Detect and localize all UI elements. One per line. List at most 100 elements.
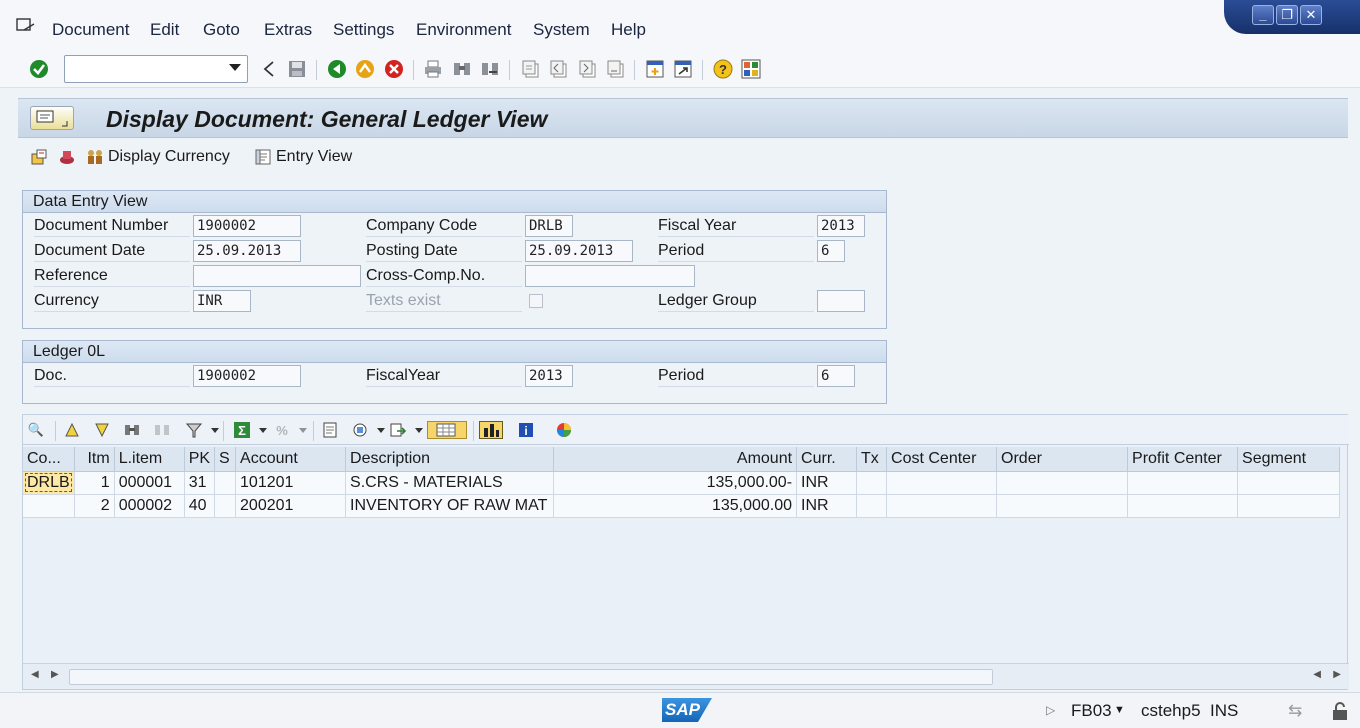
column-header-cost-center[interactable]: Cost Center [886,447,998,472]
cell-amount[interactable]: 135,000.00- [553,471,798,495]
cell-special-gl[interactable] [214,494,237,518]
column-header-order[interactable]: Order [996,447,1129,472]
chevron-down-icon[interactable] [211,428,219,433]
find-icon[interactable] [451,58,473,80]
cross-comp-field[interactable] [525,265,695,287]
doc-field[interactable]: 1900002 [193,365,301,387]
cell-company-code[interactable] [23,494,75,518]
cell-currency[interactable]: INR [796,494,858,518]
menu-goto[interactable]: Goto [203,20,240,42]
back-arrow-icon[interactable] [258,58,280,80]
column-header-company-code[interactable]: Co... [23,447,75,472]
cell-tax-code[interactable] [856,471,888,495]
scroll-right-icon[interactable]: ▶ [51,669,59,680]
entry-view-button[interactable]: Entry View [254,148,352,166]
find-icon[interactable] [123,421,141,439]
posting-date-field[interactable]: 25.09.2013 [525,240,633,262]
chevron-down-icon[interactable] [229,64,241,71]
scrollbar-thumb[interactable] [69,669,993,685]
cell-line-item[interactable]: 000002 [114,494,185,518]
company-code-field[interactable]: DRLB [525,215,573,237]
subtotal-icon[interactable]: % [273,421,291,439]
cell-posting-key[interactable]: 31 [184,471,216,495]
cell-order[interactable] [996,494,1129,518]
menu-document[interactable]: Document [52,20,129,42]
chevron-down-icon[interactable] [415,428,423,433]
previous-page-icon[interactable] [548,58,570,80]
export-icon[interactable] [389,421,407,439]
other-document-icon[interactable] [30,148,48,166]
cell-description[interactable]: INVENTORY OF RAW MAT [345,494,555,518]
close-icon[interactable]: ✕ [1300,5,1322,25]
cell-special-gl[interactable] [214,471,237,495]
cell-tax-code[interactable] [856,494,888,518]
document-number-field[interactable]: 1900002 [193,215,301,237]
color-legend-icon[interactable] [555,421,573,439]
cell-currency[interactable]: INR [796,471,858,495]
cell-order[interactable] [996,471,1129,495]
cell-profit-center[interactable] [1127,471,1239,495]
save-icon[interactable] [286,58,308,80]
print-icon[interactable] [422,58,444,80]
menu-extras[interactable]: Extras [264,20,312,42]
cell-account[interactable]: 200201 [235,494,347,518]
column-header-item[interactable]: Itm [74,447,115,472]
ledger-period-field[interactable]: 6 [817,365,855,387]
find-next-icon[interactable] [153,421,171,439]
chevron-down-icon[interactable] [377,428,385,433]
column-header-account[interactable]: Account [235,447,347,472]
cell-item[interactable]: 2 [74,494,115,518]
help-icon[interactable]: ? [712,58,734,80]
ledger-fiscal-year-field[interactable]: 2013 [525,365,573,387]
exit-icon[interactable] [354,58,376,80]
reference-field[interactable] [193,265,361,287]
cell-segment[interactable] [1237,494,1341,518]
print-preview-icon[interactable] [321,421,339,439]
cell-posting-key[interactable]: 40 [184,494,216,518]
lock-icon[interactable] [1330,701,1350,726]
last-page-icon[interactable] [605,58,627,80]
column-header-line-item[interactable]: L.item [114,447,185,472]
first-page-icon[interactable] [520,58,542,80]
customize-layout-icon[interactable] [740,58,762,80]
cell-line-item[interactable]: 000001 [114,471,185,495]
shortcut-icon[interactable] [672,58,694,80]
menu-environment[interactable]: Environment [416,20,511,42]
chevron-down-icon[interactable] [299,428,307,433]
cell-cost-center[interactable] [886,471,998,495]
cell-account[interactable]: 101201 [235,471,347,495]
cancel-icon[interactable] [383,58,405,80]
cell-cost-center[interactable] [886,494,998,518]
scroll-left-icon[interactable]: ◀ [1313,669,1321,680]
filter-icon[interactable] [185,421,203,439]
sort-descending-icon[interactable] [93,421,111,439]
menu-edit[interactable]: Edit [150,20,179,42]
minimize-icon[interactable]: _ [1252,5,1274,25]
cell-profit-center[interactable] [1127,494,1239,518]
texts-exist-checkbox[interactable] [529,294,543,308]
document-date-field[interactable]: 25.09.2013 [193,240,301,262]
input-mode[interactable]: INS [1210,701,1238,721]
sort-ascending-icon[interactable] [63,421,81,439]
period-field[interactable]: 6 [817,240,845,262]
layout-icon[interactable] [427,421,467,439]
column-header-currency[interactable]: Curr. [796,447,858,472]
column-header-posting-key[interactable]: PK [184,447,216,472]
menu-help[interactable]: Help [611,20,646,42]
screen-menu-icon[interactable] [30,106,74,130]
column-header-segment[interactable]: Segment [1237,447,1341,472]
column-header-tax-code[interactable]: Tx [856,447,888,472]
currency-field[interactable]: INR [193,290,251,312]
views-icon[interactable] [351,421,369,439]
status-expand-icon[interactable]: ▷ [1046,703,1055,717]
cell-description[interactable]: S.CRS - MATERIALS [345,471,555,495]
horizontal-scrollbar[interactable]: ◀ ▶ ◀ ▶ [23,663,1349,689]
restore-icon[interactable]: ❐ [1276,5,1298,25]
new-session-icon[interactable] [644,58,666,80]
display-lines-icon[interactable] [58,148,76,166]
cell-company-code[interactable]: DRLB [23,471,75,495]
cell-segment[interactable] [1237,471,1341,495]
transaction-code[interactable]: FB03 [1071,701,1112,721]
graphic-icon[interactable] [479,421,503,439]
fiscal-year-field[interactable]: 2013 [817,215,865,237]
